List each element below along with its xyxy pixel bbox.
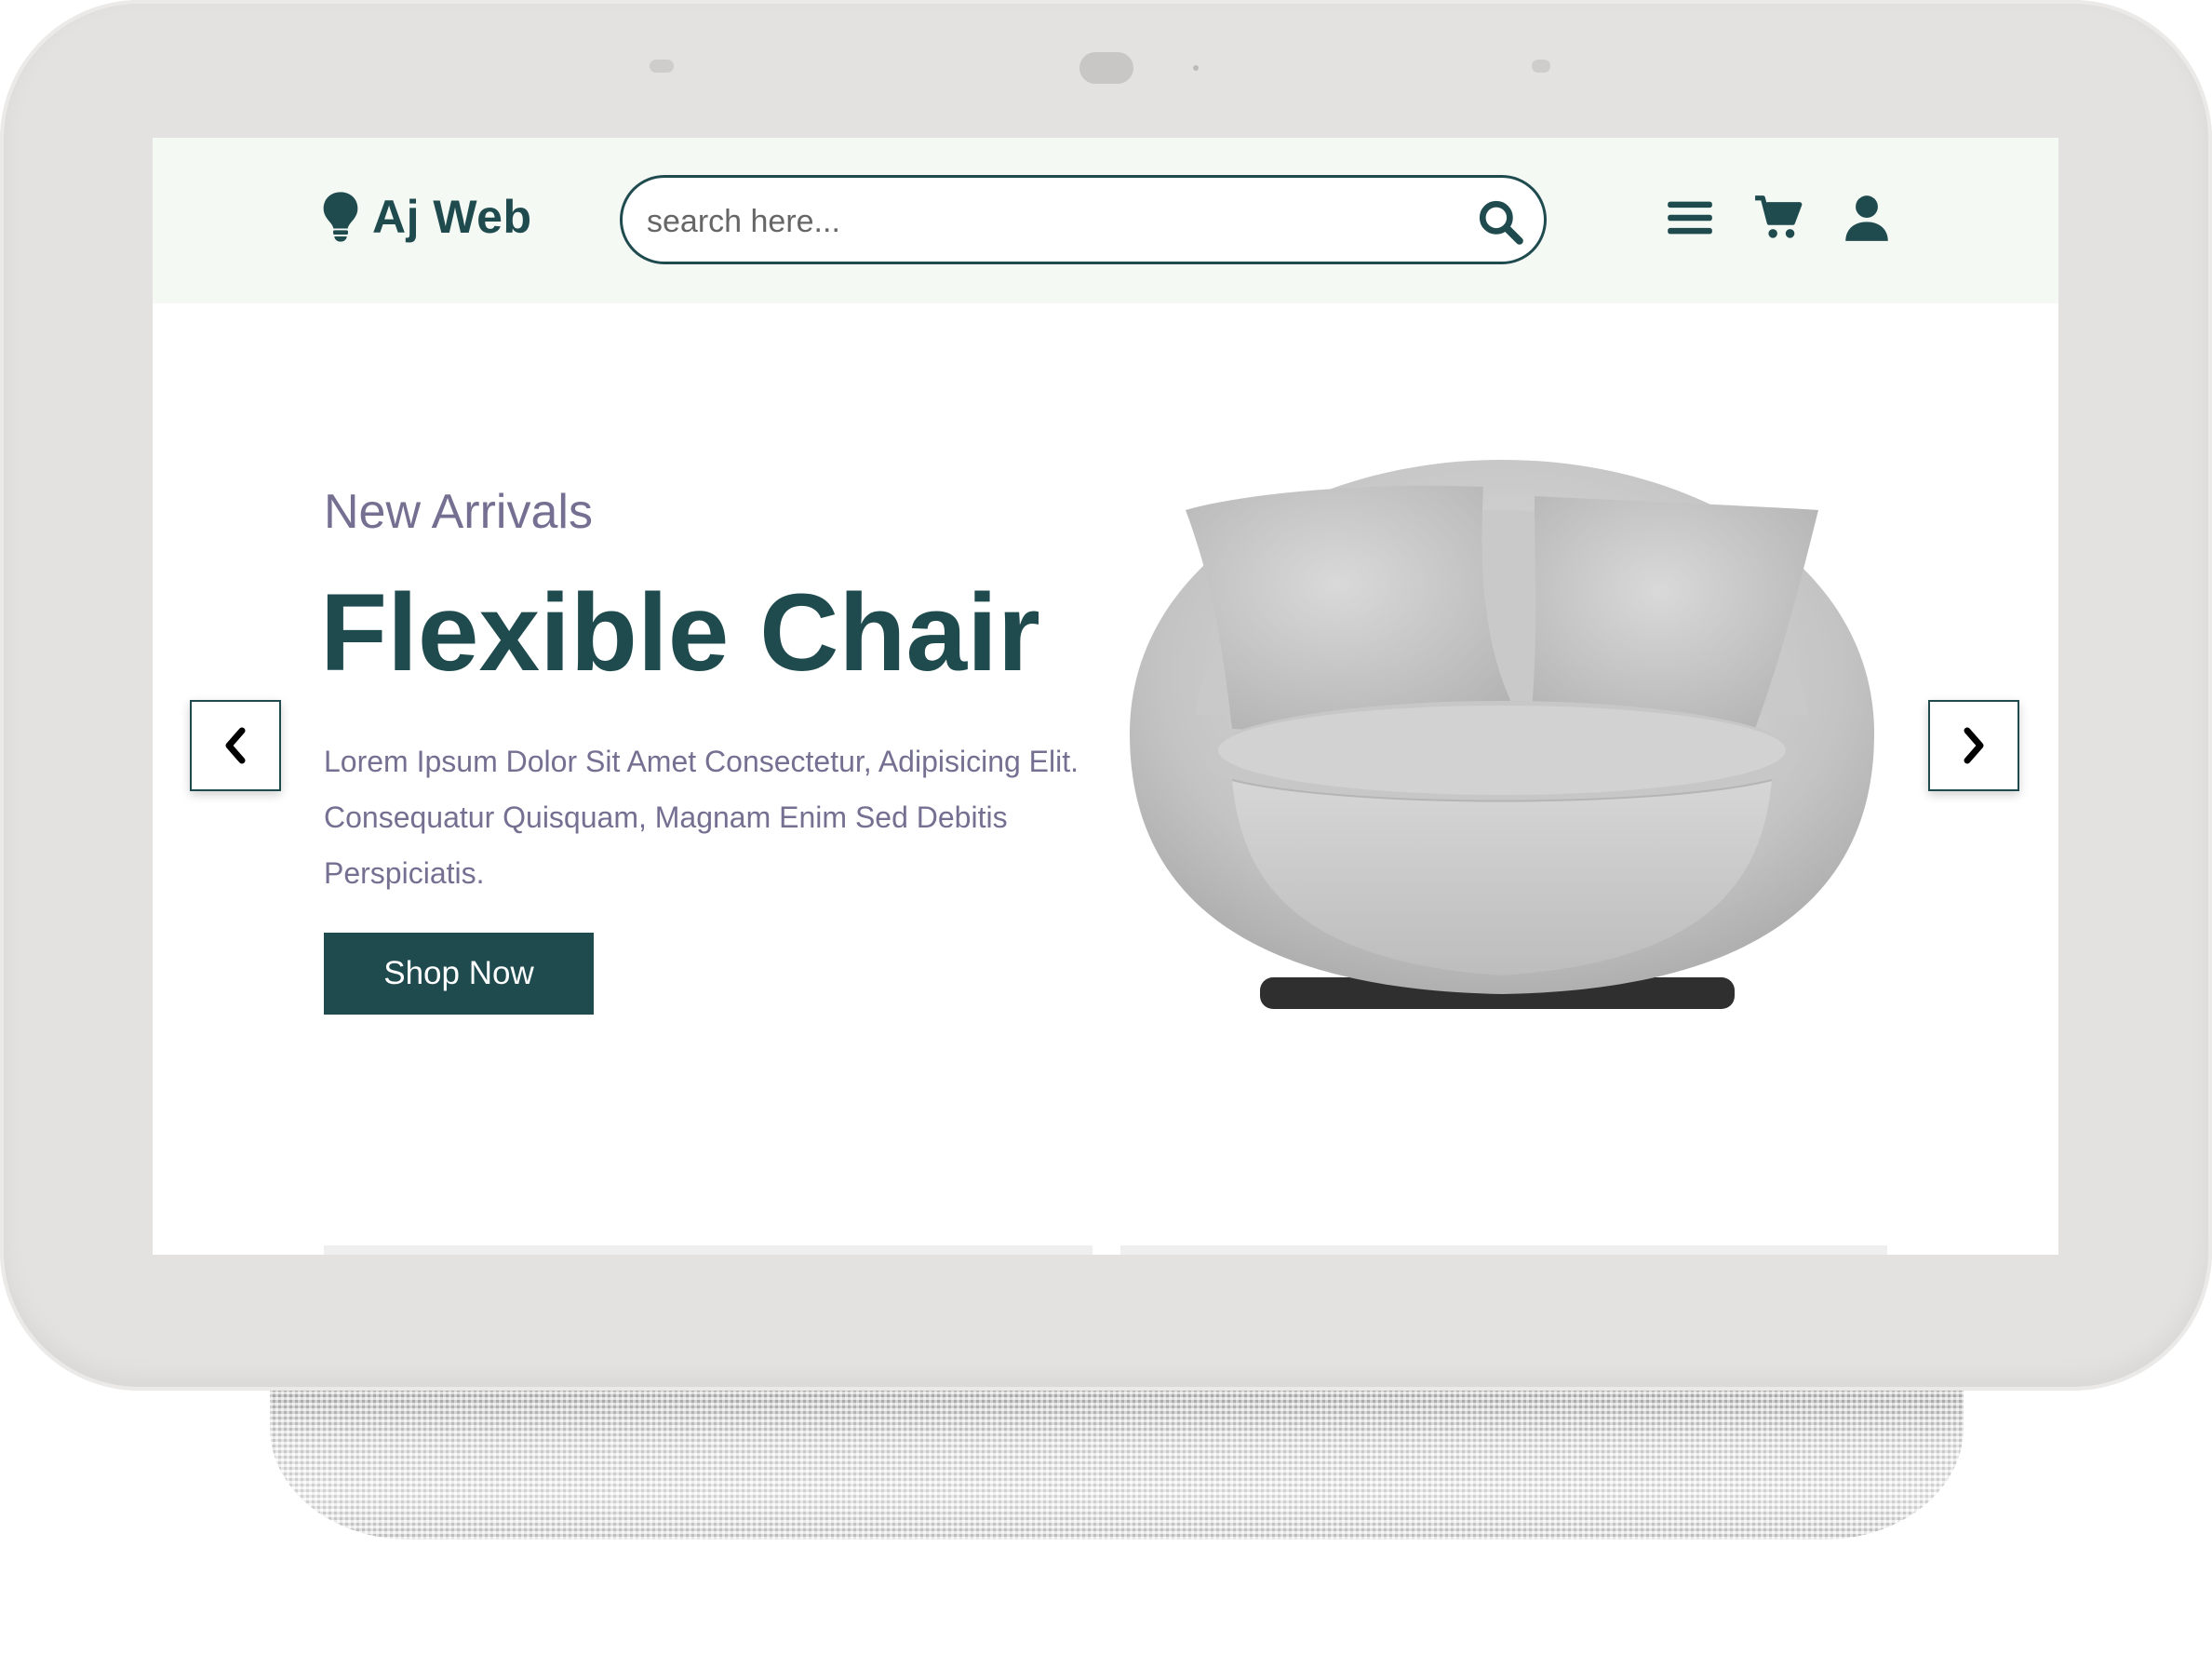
hero-subtitle: New Arrivals <box>324 485 593 539</box>
slider-prev-button[interactable] <box>190 700 281 791</box>
logo[interactable]: Aj Web <box>322 190 532 244</box>
screen: Aj Web search here... New Arrivals Flexi… <box>153 138 2058 1255</box>
hero-description: Lorem Ipsum Dolor Sit Amet Consectetur, … <box>324 745 1079 890</box>
site-header: Aj Web <box>153 138 2058 303</box>
sensor-right <box>1532 60 1550 73</box>
header-icons <box>1666 192 1891 244</box>
chevron-right-icon <box>1964 727 1984 764</box>
shop-now-button[interactable]: Shop Now <box>324 933 594 1015</box>
device-frame: Aj Web search here... New Arrivals Flexi… <box>0 0 2212 1391</box>
product-card-top-left <box>324 1245 1093 1255</box>
light-sensor <box>1193 65 1199 71</box>
product-card-top-right <box>1120 1245 1887 1255</box>
camera <box>1079 52 1133 84</box>
brand-name: Aj Web <box>372 191 532 243</box>
chevron-left-icon <box>225 727 246 764</box>
menu-icon[interactable] <box>1666 192 1714 244</box>
bulb-icon <box>323 192 358 242</box>
search-icon[interactable] <box>1477 198 1523 245</box>
search-bar <box>620 175 1547 264</box>
armchair-image <box>1130 460 1874 1009</box>
user-icon[interactable] <box>1843 192 1891 244</box>
cart-icon[interactable] <box>1754 192 1803 244</box>
search-input[interactable] <box>645 196 1449 247</box>
slider-next-button[interactable] <box>1928 700 2019 791</box>
device-stand <box>270 1391 1964 1540</box>
hero-title: Flexible Chair <box>320 572 1040 694</box>
sensor-left <box>650 60 674 73</box>
